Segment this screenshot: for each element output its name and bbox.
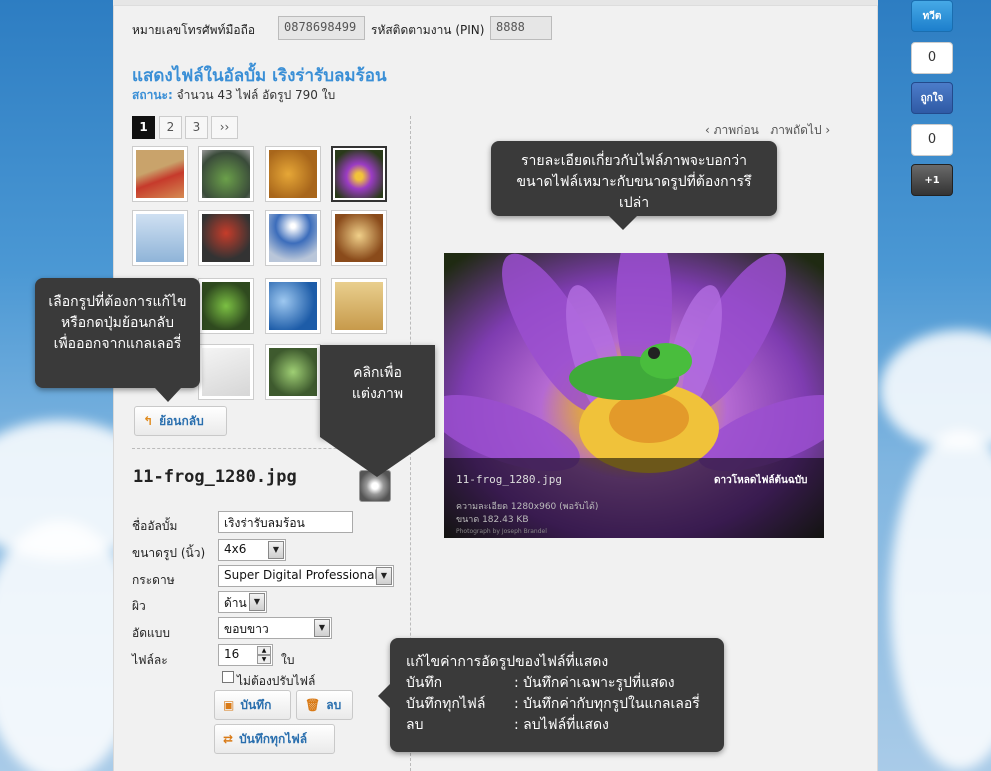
chevron-down-icon: ▼ (268, 541, 284, 559)
chevron-down-icon: ▼ (314, 619, 330, 637)
thumbnail-selected[interactable] (331, 146, 387, 202)
tooltip-file-details: รายละเอียดเกี่ยวกับไฟล์ภาพจะบอกว่า ขนาดไ… (491, 141, 777, 230)
stepper-up-icon[interactable]: ▲ (257, 646, 271, 655)
like-button[interactable]: ถูกใจ (911, 82, 953, 114)
download-original-link[interactable]: ดาวโหลดไฟล์ต้นฉบับ (714, 473, 807, 488)
album-name-label: ชื่ออัลบั้ม (132, 519, 178, 533)
album-status: สถานะ: จำนวน 43 ไฟล์ อัดรูป 790 ใบ (132, 86, 335, 105)
tooltip-select-image: เลือกรูปที่ต้องการแก้ไข หรือกดปุ่มย้อนกล… (35, 278, 200, 402)
paper-select[interactable]: Super Digital Professional ▼ (218, 565, 394, 587)
tooltip-row: บันทึก: บันทึกค่าเฉพาะรูปที่แสดง (406, 675, 675, 691)
thumbnail[interactable] (265, 210, 321, 266)
per-file-stepper[interactable]: 16 ▲ ▼ (218, 644, 273, 666)
plusone-count: 0 (911, 124, 953, 156)
preview-size: ขนาด 182.43 KB (456, 515, 529, 525)
save-all-button[interactable]: ⇄ บันทึกทุกไฟล์ (214, 724, 335, 754)
image-nav: ‹ ภาพก่อน ภาพถัดไป › (705, 121, 830, 140)
tooltip-row: ลบ: ลบไฟล์ที่แสดง (406, 717, 609, 733)
thumbnail[interactable] (331, 278, 387, 334)
tweet-button[interactable]: ทวีต (911, 0, 953, 32)
border-select[interactable]: ขอบขาว ▼ (218, 617, 332, 639)
plusone-button[interactable]: +1 (911, 164, 953, 196)
page-2[interactable]: 2 (159, 116, 182, 139)
page-next[interactable]: ›› (211, 116, 238, 139)
next-image-link[interactable]: ภาพถัดไป › (770, 123, 830, 137)
pin-label: รหัสติดตามงาน (PIN) (371, 23, 485, 37)
paper-label: กระดาษ (132, 573, 175, 587)
thumbnail[interactable] (265, 344, 321, 400)
page-3[interactable]: 3 (185, 116, 208, 139)
border-label: อัดแบบ (132, 626, 170, 640)
status-text: จำนวน 43 ไฟล์ อัดรูป 790 ใบ (176, 88, 336, 102)
surface-select[interactable]: ด้าน ▼ (218, 591, 267, 613)
size-select[interactable]: 4x6 ▼ (218, 539, 286, 561)
preview-image: 11-frog_1280.jpg ดาวโหลดไฟล์ต้นฉบับ ความ… (444, 253, 824, 538)
album-title: แสดงไฟล์ในอัลบั้ม เริงร่ารับลมร้อน (132, 66, 387, 86)
thumbnail[interactable] (132, 146, 188, 202)
chevron-down-icon: ▼ (249, 593, 265, 611)
preview-resolution: ความละเอียด 1280x960 (พอรับได้) (456, 502, 599, 512)
delete-button[interactable]: 🗑 ลบ (296, 690, 353, 720)
tooltip-save-options: แก้ไขค่าการอัดรูปของไฟล์ที่แสดง บันทึก: … (378, 638, 724, 752)
thumbnail[interactable] (198, 210, 254, 266)
page-1[interactable]: 1 (132, 116, 155, 139)
tooltip-edit-image: คลิกเพื่อ แต่งภาพ (320, 345, 435, 477)
back-button[interactable]: ↰ ย้อนกลับ (134, 406, 227, 436)
thumbnail[interactable] (198, 344, 254, 400)
status-label: สถานะ: (132, 88, 173, 102)
thumbnail[interactable] (198, 278, 254, 334)
save-button[interactable]: ▣ บันทึก (214, 690, 291, 720)
preview-filename: 11-frog_1280.jpg (456, 473, 562, 486)
thumbnail[interactable] (265, 278, 321, 334)
like-count: 0 (911, 42, 953, 74)
no-adjust-checkbox[interactable] (222, 671, 234, 683)
phone-input[interactable]: 0878698499 (278, 16, 365, 40)
thumbnail[interactable] (198, 146, 254, 202)
prev-image-link[interactable]: ‹ ภาพก่อน (705, 123, 759, 137)
tooltip-title: แก้ไขค่าการอัดรูปของไฟล์ที่แสดง (406, 654, 609, 670)
per-file-unit: ใบ (281, 653, 295, 667)
phone-label: หมายเลขโทรศัพท์มือถือ (132, 23, 256, 37)
thumbnail[interactable] (132, 210, 188, 266)
album-name-input[interactable]: เริงร่ารับลมร้อน (218, 511, 353, 533)
surface-label: ผิว (132, 599, 146, 613)
file-name: 11-frog_1280.jpg (133, 467, 297, 487)
per-file-label: ไฟล์ละ (132, 653, 168, 667)
save-icon: ▣ (223, 698, 235, 712)
top-strip (113, 0, 878, 6)
frog-photo (444, 253, 824, 538)
trash-icon: 🗑 (305, 698, 321, 712)
pin-input[interactable]: 8888 (490, 16, 552, 40)
stepper-down-icon[interactable]: ▼ (257, 655, 271, 664)
thumbnail[interactable] (265, 146, 321, 202)
back-arrow-icon: ↰ (143, 414, 154, 428)
size-label: ขนาดรูป (นิ้ว) (132, 546, 206, 560)
sync-icon: ⇄ (223, 732, 234, 746)
tooltip-row: บันทึกทุกไฟล์: บันทึกค่ากับทุกรูปในแกลเล… (406, 696, 700, 712)
thumbnail[interactable] (331, 210, 387, 266)
chevron-down-icon: ▼ (376, 567, 392, 585)
no-adjust-label: ไม่ต้องปรับไฟล์ (237, 674, 316, 688)
preview-credit: Photograph by Joseph Brandel (456, 528, 547, 535)
